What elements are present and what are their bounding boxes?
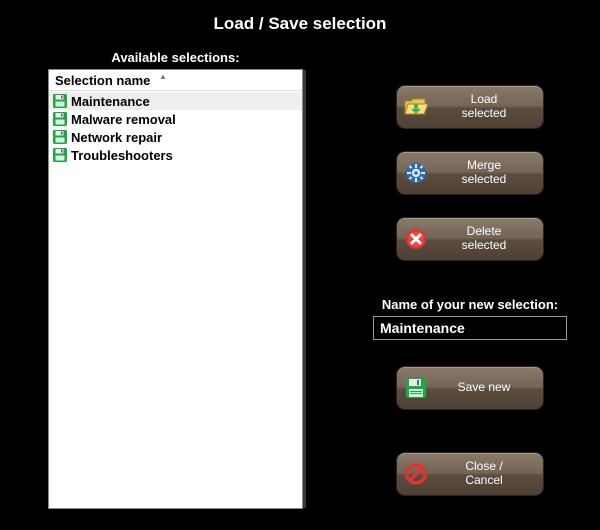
dialog-title: Load / Save selection — [0, 0, 600, 34]
list-item-label: Troubleshooters — [71, 148, 173, 163]
list-item[interactable]: Maintenance — [49, 92, 302, 110]
load-selected-button[interactable]: Loadselected — [396, 85, 544, 129]
save-new-label: Save new — [435, 381, 543, 395]
list-item[interactable]: Troubleshooters — [49, 146, 302, 164]
delete-x-icon — [397, 228, 435, 250]
available-selections-panel: Available selections: Selection name ▲ M… — [48, 50, 303, 509]
list-body: Maintenance Malware removal Network repair… — [49, 91, 302, 164]
folder-load-icon — [397, 96, 435, 118]
floppy-icon — [53, 112, 67, 126]
new-selection-input[interactable] — [373, 316, 567, 340]
list-item-label: Maintenance — [71, 94, 150, 109]
save-new-button[interactable]: Save new — [396, 366, 544, 410]
list-item-label: Malware removal — [71, 112, 176, 127]
actions-panel: Loadselected — [370, 85, 570, 496]
floppy-icon — [53, 94, 67, 108]
list-resize-handle[interactable] — [303, 70, 306, 508]
close-cancel-label: Close /Cancel — [435, 460, 543, 488]
floppy-save-icon — [397, 377, 435, 399]
gear-merge-icon — [397, 162, 435, 184]
sort-asc-icon: ▲ — [159, 72, 167, 81]
list-header[interactable]: Selection name ▲ — [49, 70, 302, 91]
list-item[interactable]: Malware removal — [49, 110, 302, 128]
floppy-icon — [53, 130, 67, 144]
merge-selected-label: Mergeselected — [435, 159, 543, 187]
available-selections-label: Available selections: — [48, 50, 303, 65]
selections-listbox[interactable]: Selection name ▲ Maintenance Malware remo… — [48, 69, 303, 509]
new-selection-label: Name of your new selection: — [370, 297, 570, 312]
load-save-dialog: Load / Save selection Available selectio… — [0, 0, 600, 530]
list-item-label: Network repair — [71, 130, 162, 145]
merge-selected-button[interactable]: Mergeselected — [396, 151, 544, 195]
list-item[interactable]: Network repair — [49, 128, 302, 146]
floppy-icon — [53, 148, 67, 162]
delete-selected-label: Deleteselected — [435, 225, 543, 253]
load-selected-label: Loadselected — [435, 93, 543, 121]
list-header-text: Selection name — [55, 73, 150, 88]
prohibit-icon — [397, 463, 435, 485]
close-cancel-button[interactable]: Close /Cancel — [396, 452, 544, 496]
delete-selected-button[interactable]: Deleteselected — [396, 217, 544, 261]
